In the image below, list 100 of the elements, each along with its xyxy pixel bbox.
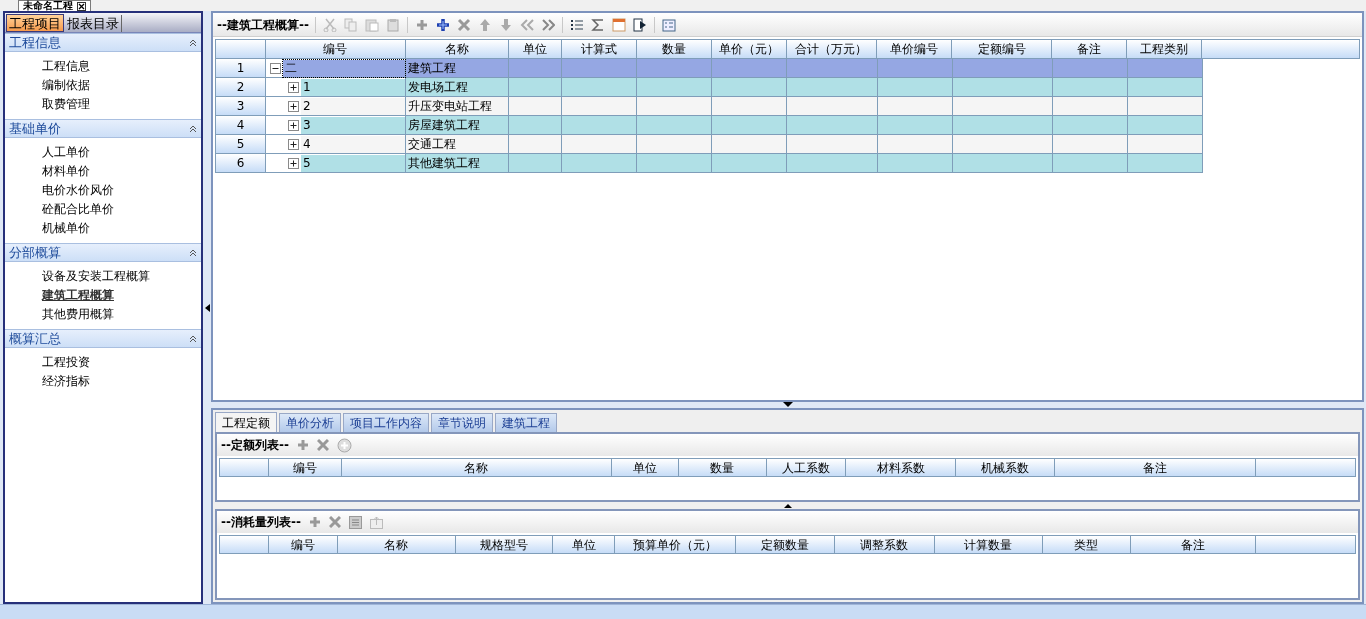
expand-toggle-icon[interactable] — [288, 119, 299, 131]
close-icon[interactable] — [77, 1, 86, 11]
exit-icon[interactable] — [632, 17, 647, 32]
splitter-arrow-icon[interactable] — [783, 503, 792, 508]
collapse-chevron-icon[interactable] — [189, 38, 197, 47]
column-header[interactable]: 编号 — [268, 459, 342, 477]
column-header[interactable]: 预算单价（元） — [615, 536, 737, 554]
name-cell: 房屋建筑工程 — [406, 116, 509, 135]
column-header[interactable]: 单位 — [553, 536, 616, 554]
column-header[interactable]: 编号 — [265, 40, 406, 59]
section-header[interactable]: 基础单价 — [5, 119, 201, 138]
column-header[interactable]: 定额数量 — [736, 536, 835, 554]
column-header[interactable]: 机械系数 — [956, 459, 1056, 477]
collapse-chevron-icon[interactable] — [189, 124, 197, 133]
column-header[interactable]: 备注 — [1131, 536, 1257, 554]
sidebar-item[interactable]: 编制依据 — [42, 76, 90, 95]
expand-toggle-icon[interactable] — [288, 157, 299, 169]
sidebar-item[interactable]: 经济指标 — [42, 372, 90, 391]
column-header[interactable]: 单价编号 — [877, 40, 953, 59]
code-cell: 1 — [301, 78, 405, 96]
column-header[interactable]: 材料系数 — [846, 459, 957, 477]
section-header[interactable]: 分部概算 — [5, 243, 201, 262]
splitter-arrow-icon[interactable] — [782, 402, 793, 407]
column-header[interactable]: 规格型号 — [455, 536, 554, 554]
column-header[interactable]: 人工系数 — [766, 459, 847, 477]
section-title: 分部概算 — [9, 243, 61, 262]
collapse-chevron-icon[interactable] — [189, 334, 197, 343]
cut-icon[interactable] — [322, 17, 337, 32]
sidebar-item[interactable]: 建筑工程概算 — [42, 286, 114, 305]
sidebar-item[interactable]: 电价水价风价 — [42, 181, 114, 200]
column-header[interactable]: 数量 — [636, 40, 712, 59]
column-header[interactable]: 调整系数 — [834, 536, 935, 554]
sidebar-item[interactable]: 工程投资 — [42, 353, 90, 372]
collapse-toggle-icon[interactable] — [270, 62, 281, 74]
add-icon[interactable] — [308, 516, 321, 528]
table-cell — [509, 154, 562, 173]
table-cell — [509, 97, 562, 116]
sidebar-item[interactable]: 设备及安装工程概算 — [42, 267, 150, 286]
sidebar-item[interactable]: 人工单价 — [42, 143, 90, 162]
column-header[interactable]: 名称 — [341, 459, 612, 477]
row-number: 4 — [216, 116, 266, 135]
sidebar-item[interactable]: 其他费用概算 — [42, 305, 114, 324]
detail-tab[interactable]: 建筑工程 — [495, 413, 557, 432]
clipboard-list-icon[interactable] — [661, 17, 676, 32]
detail-tab[interactable]: 章节说明 — [431, 413, 493, 432]
code-cell: 4 — [301, 135, 405, 153]
outdent-icon[interactable] — [519, 17, 534, 32]
column-header[interactable]: 名称 — [337, 536, 456, 554]
panel-title: --消耗量列表-- — [221, 514, 301, 531]
column-header[interactable]: 合计（万元） — [786, 40, 878, 59]
down-arrow-icon[interactable] — [498, 17, 513, 32]
expand-toggle-icon[interactable] — [288, 138, 299, 150]
row-number: 3 — [216, 97, 266, 116]
delete-icon[interactable] — [456, 17, 471, 32]
column-header[interactable]: 名称 — [405, 40, 509, 59]
delete-icon[interactable] — [328, 516, 341, 528]
export-icon[interactable] — [369, 515, 383, 529]
delete-icon[interactable] — [316, 439, 329, 451]
section-title: 概算汇总 — [9, 329, 61, 348]
column-header[interactable]: 备注 — [1055, 459, 1257, 477]
column-header[interactable]: 编号 — [268, 536, 338, 554]
sidebar-item[interactable]: 材料单价 — [42, 162, 90, 181]
sum-icon[interactable] — [590, 17, 605, 32]
section-header[interactable]: 概算汇总 — [5, 329, 201, 348]
add-icon[interactable] — [296, 439, 309, 451]
sidebar-item[interactable]: 工程信息 — [42, 57, 90, 76]
row-number: 6 — [216, 154, 266, 173]
detail-tab[interactable]: 单价分析 — [279, 413, 341, 432]
column-header[interactable]: 计算数量 — [934, 536, 1043, 554]
detail-tab[interactable]: 项目工作内容 — [343, 413, 429, 432]
window-icon[interactable] — [611, 17, 626, 32]
column-header[interactable]: 数量 — [678, 459, 767, 477]
sidebar-item[interactable]: 取费管理 — [42, 95, 90, 114]
paste-icon[interactable] — [385, 17, 400, 32]
expand-toggle-icon[interactable] — [288, 81, 299, 93]
collapse-arrow-icon[interactable] — [204, 303, 210, 312]
list-icon[interactable] — [569, 17, 584, 32]
add-child-icon[interactable] — [435, 17, 450, 32]
column-header[interactable]: 单位 — [611, 459, 679, 477]
up-arrow-icon[interactable] — [477, 17, 492, 32]
sidebar-item[interactable]: 砼配合比单价 — [42, 200, 114, 219]
add-circle-icon[interactable] — [336, 437, 352, 453]
sidebar-tab[interactable]: 工程项目 — [6, 14, 64, 32]
column-header[interactable]: 单位 — [508, 40, 562, 59]
expand-toggle-icon[interactable] — [288, 100, 299, 112]
collapse-chevron-icon[interactable] — [189, 248, 197, 257]
column-header[interactable]: 备注 — [1052, 40, 1128, 59]
column-header[interactable]: 工程类别 — [1127, 40, 1203, 59]
table-cell — [509, 78, 562, 97]
indent-icon[interactable] — [540, 17, 555, 32]
sidebar-item[interactable]: 机械单价 — [42, 219, 90, 238]
sidebar-tab[interactable]: 报表目录 — [65, 15, 122, 32]
column-header[interactable]: 单价（元） — [711, 40, 787, 59]
column-header[interactable]: 计算式 — [561, 40, 637, 59]
add-icon[interactable] — [414, 17, 429, 32]
column-header[interactable]: 类型 — [1042, 536, 1132, 554]
column-header[interactable]: 定额编号 — [952, 40, 1053, 59]
detail-tab[interactable]: 工程定额 — [215, 412, 277, 432]
panel-title: --建筑工程概算-- — [217, 16, 309, 34]
section-header[interactable]: 工程信息 — [5, 33, 201, 52]
